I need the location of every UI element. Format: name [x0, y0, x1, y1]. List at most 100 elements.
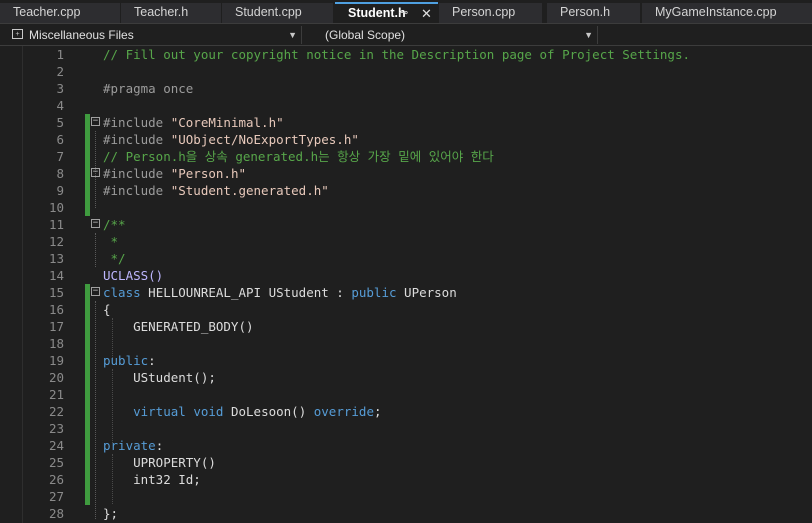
code-line: 7 // Person.h을 상속 generated.h는 항상 가장 밑에 … [0, 148, 812, 165]
code-line: 24 private: [0, 437, 812, 454]
line-number: 12 [48, 234, 64, 249]
line-number: 27 [48, 489, 64, 504]
code-line: 8 − #include "Person.h" [0, 165, 812, 182]
code-editor[interactable]: 1 // Fill out your copyright notice in t… [0, 46, 812, 523]
code-keyword: private [103, 438, 156, 453]
file-scope-dropdown[interactable]: + Miscellaneous Files ▼ [9, 26, 302, 44]
code-keyword: void [185, 404, 224, 419]
collapse-icon[interactable]: − [91, 287, 100, 296]
code-text: : [155, 438, 164, 453]
code-string: "CoreMinimal.h" [170, 115, 284, 130]
tab-student-cpp[interactable]: Student.cpp [222, 3, 333, 23]
line-number: 15 [48, 285, 64, 300]
code-line: 11 − /** [0, 216, 812, 233]
code-keyword: public [351, 285, 397, 300]
code-line: 21 [0, 386, 812, 403]
tab-label: Person.h [560, 5, 611, 19]
code-text: /** [103, 217, 126, 232]
code-text: #include [103, 115, 171, 130]
chevron-down-icon: ▼ [288, 30, 297, 40]
pin-icon[interactable]: ⊸ [399, 4, 408, 23]
code-text: UStudent(); [103, 370, 216, 385]
code-line: 22 virtual void DoLesoon() override; [0, 403, 812, 420]
code-text: UPerson [396, 285, 457, 300]
collapse-icon[interactable]: − [91, 168, 100, 177]
code-text: // Fill out your copyright notice in the… [103, 47, 690, 62]
code-string: "Student.generated.h" [170, 183, 329, 198]
line-number: 25 [48, 455, 64, 470]
code-line: 6 #include "UObject/NoExportTypes.h" [0, 131, 812, 148]
code-line: 14 UCLASS() [0, 267, 812, 284]
line-number: 19 [48, 353, 64, 368]
tab-teacher-cpp[interactable]: Teacher.cpp [0, 3, 120, 23]
line-number: 9 [56, 183, 64, 198]
collapse-icon[interactable]: − [91, 219, 100, 228]
tab-person-cpp[interactable]: Person.cpp [439, 3, 542, 23]
line-number: 23 [48, 421, 64, 436]
code-line: 5 − #include "CoreMinimal.h" [0, 114, 812, 131]
line-number: 1 [56, 47, 64, 62]
code-line: 3 #pragma once [0, 80, 812, 97]
code-line: 15 − class HELLOUNREAL_API UStudent : pu… [0, 284, 812, 301]
code-line: 23 [0, 420, 812, 437]
code-text: }; [103, 506, 119, 521]
line-number: 8 [56, 166, 64, 181]
line-number: 2 [56, 64, 64, 79]
code-line: 2 [0, 63, 812, 80]
code-keyword: class [103, 285, 141, 300]
tab-label: Person.cpp [452, 5, 516, 19]
line-number: 10 [48, 200, 64, 215]
close-icon[interactable]: ✕ [421, 4, 432, 23]
code-line: 12 * [0, 233, 812, 250]
code-text: ; [373, 404, 382, 419]
tab-mygameinstance-cpp[interactable]: MyGameInstance.cpp [642, 3, 812, 23]
code-text: #include [103, 166, 171, 181]
line-number: 14 [48, 268, 64, 283]
tab-label: Student.cpp [235, 5, 302, 19]
file-scope-label: Miscellaneous Files [29, 28, 134, 42]
code-text: : [148, 353, 156, 368]
line-number: 28 [48, 506, 64, 521]
line-number: 4 [56, 98, 64, 113]
line-number: 6 [56, 132, 64, 147]
code-text: UCLASS() [103, 268, 164, 283]
code-text: */ [103, 251, 126, 266]
code-text: HELLOUNREAL_API UStudent : [140, 285, 352, 300]
collapse-icon[interactable]: − [91, 117, 100, 126]
line-number: 21 [48, 387, 64, 402]
code-text: { [103, 302, 111, 317]
line-number: 17 [48, 319, 64, 334]
code-line: 17 GENERATED_BODY() [0, 318, 812, 335]
tab-label: Teacher.h [134, 5, 189, 19]
code-text: #include [103, 183, 171, 198]
code-line: 16 { [0, 301, 812, 318]
line-number: 16 [48, 302, 64, 317]
line-number: 24 [48, 438, 64, 453]
code-line: 19 public: [0, 352, 812, 369]
code-line: 1 // Fill out your copyright notice in t… [0, 46, 812, 63]
code-text: * [103, 234, 119, 249]
code-keyword: virtual [103, 404, 186, 419]
tab-label: Student.h [348, 6, 406, 20]
tab-person-h[interactable]: Person.h [547, 3, 640, 23]
tab-bar: Teacher.cpp Teacher.h Student.cpp Studen… [0, 0, 812, 23]
code-text: // Person.h을 상속 generated.h는 항상 가장 밑에 있어… [103, 149, 494, 164]
navigation-bar: + Miscellaneous Files ▼ (Global Scope) ▼ [0, 23, 812, 46]
line-number: 26 [48, 472, 64, 487]
chevron-down-icon: ▼ [584, 30, 593, 40]
symbol-scope-label: (Global Scope) [325, 28, 406, 42]
code-keyword: override [306, 404, 374, 419]
code-line: 4 [0, 97, 812, 114]
line-number: 5 [56, 115, 64, 130]
tab-teacher-h[interactable]: Teacher.h [121, 3, 221, 23]
code-string: "UObject/NoExportTypes.h" [170, 132, 359, 147]
line-number: 3 [56, 81, 64, 96]
code-text: int32 Id; [103, 472, 201, 487]
tab-label: Teacher.cpp [13, 5, 81, 19]
code-string: "Person.h" [170, 166, 246, 181]
tab-student-h[interactable]: Student.h ⊸ ✕ [335, 2, 438, 23]
code-line: 13 */ [0, 250, 812, 267]
symbol-scope-dropdown[interactable]: (Global Scope) ▼ [312, 26, 598, 44]
line-number: 7 [56, 149, 64, 164]
code-text: #include [103, 132, 171, 147]
